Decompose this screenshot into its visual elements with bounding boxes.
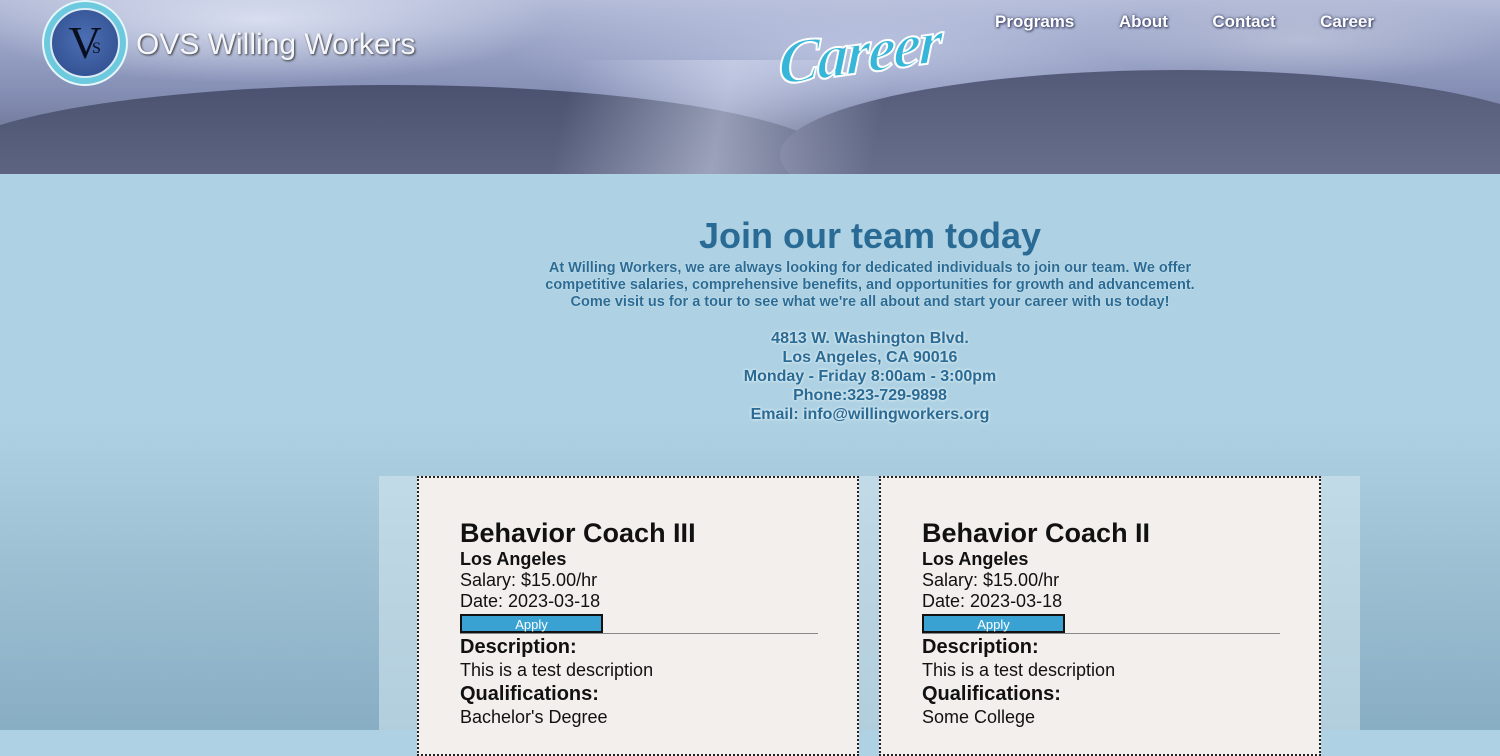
site-logo[interactable]: V S — [42, 0, 128, 86]
nav-contact[interactable]: Contact — [1212, 12, 1275, 32]
description-heading: Description: — [922, 636, 1039, 658]
page-heading: Join our team today — [698, 215, 1042, 256]
logo-emblem: V S — [50, 8, 120, 78]
intro-section: Join our team today At Willing Workers, … — [520, 212, 1220, 311]
address-street: 4813 W. Washington Blvd. — [771, 330, 969, 347]
job-title: Behavior Coach II — [922, 518, 1151, 548]
apply-button[interactable]: Apply — [922, 614, 1065, 633]
phone-number: Phone:323-729-9898 — [793, 387, 947, 404]
apply-row: Apply — [460, 614, 818, 634]
job-description: This is a test description — [460, 660, 654, 680]
job-date: Date: 2023-03-18 — [922, 591, 1063, 611]
job-location: Los Angeles — [460, 549, 567, 569]
nav-programs[interactable]: Programs — [995, 12, 1074, 32]
intro-paragraph-line: At Willing Workers, we are always lookin… — [548, 260, 1192, 276]
job-salary: Salary: $15.00/hr — [922, 570, 1060, 590]
job-qualifications: Bachelor's Degree — [460, 707, 608, 727]
logo-letter: V — [68, 17, 102, 68]
apply-row: Apply — [922, 614, 1280, 634]
job-location: Los Angeles — [922, 549, 1029, 569]
job-qualifications: Some College — [922, 707, 1036, 727]
job-date: Date: 2023-03-18 — [460, 591, 601, 611]
job-title: Behavior Coach III — [460, 518, 696, 548]
job-card-body: Behavior Coach III Los Angeles Salary: $… — [460, 518, 818, 728]
contact-address: 4813 W. Washington Blvd. Los Angeles, CA… — [620, 329, 1120, 424]
job-description: This is a test description — [922, 660, 1116, 680]
description-heading: Description: — [460, 636, 577, 658]
site-header: V S OVS Willing Workers Career Programs … — [0, 0, 1500, 174]
qualifications-heading: Qualifications: — [460, 683, 599, 705]
site-title[interactable]: OVS Willing Workers — [136, 28, 416, 62]
logo-sub-letter: S — [92, 40, 101, 57]
email-address: Email: info@willingworkers.org — [750, 406, 990, 423]
intro-paragraph-line: Come visit us for a tour to see what we'… — [570, 294, 1170, 310]
job-salary: Salary: $15.00/hr — [460, 570, 598, 590]
nav-career[interactable]: Career — [1320, 12, 1374, 32]
job-card-body: Behavior Coach II Los Angeles Salary: $1… — [922, 518, 1280, 728]
qualifications-heading: Qualifications: — [922, 683, 1061, 705]
job-card: Behavior Coach II Los Angeles Salary: $1… — [879, 476, 1321, 756]
address-city: Los Angeles, CA 90016 — [782, 349, 958, 366]
main-nav: Programs About Contact Career — [975, 12, 1394, 32]
intro-paragraph-line: competitive salaries, comprehensive bene… — [545, 277, 1195, 293]
job-card: Behavior Coach III Los Angeles Salary: $… — [417, 476, 859, 756]
apply-button[interactable]: Apply — [460, 614, 603, 633]
office-hours: Monday - Friday 8:00am - 3:00pm — [743, 368, 997, 385]
nav-about[interactable]: About — [1119, 12, 1168, 32]
